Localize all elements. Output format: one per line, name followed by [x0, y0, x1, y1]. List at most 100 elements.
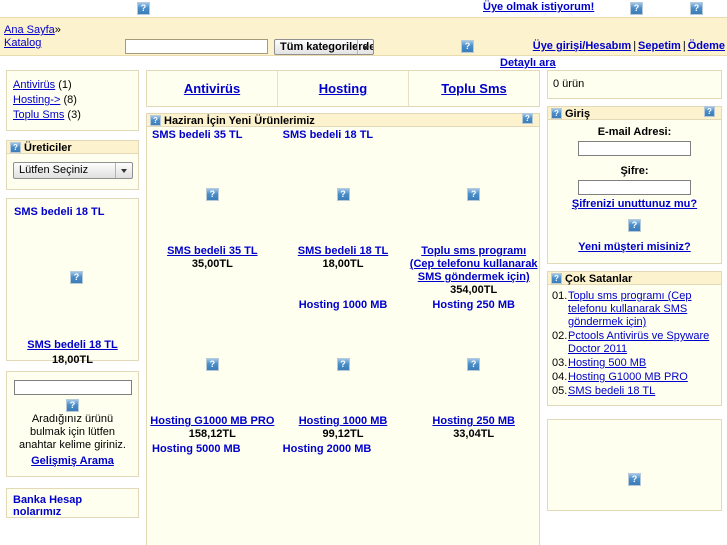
password-field[interactable]: [578, 180, 691, 195]
product-cell: Hosting 2000 MB: [278, 441, 409, 457]
tab-toplu-sms-label[interactable]: Toplu Sms: [441, 81, 506, 96]
list-item: 01. Toplu sms programı (Cep telefonu kul…: [552, 290, 717, 329]
tab-antivirus-label[interactable]: Antivirüs: [184, 81, 240, 96]
manufacturer-dropdown[interactable]: Lütfen Seçiniz: [13, 162, 133, 179]
product-row: SMS bedeli 35 TL SMS bedeli 35 TL 35,00T…: [147, 127, 539, 297]
tab-antivirus[interactable]: Antivirüs: [147, 71, 278, 106]
product-cell: [408, 441, 539, 457]
account-link-checkout[interactable]: Ödeme: [688, 40, 725, 52]
bestseller-link[interactable]: Toplu sms programı (Cep telefonu kullana…: [568, 290, 717, 329]
special-offer-product-name: SMS bedeli 18 TL: [7, 339, 138, 351]
product-cell: Hosting 1000 MB Hosting 1000 MB 99,12TL: [278, 297, 409, 441]
product-cell: Toplu sms programı (Cep telefonu kullana…: [408, 127, 539, 297]
tab-toplu-sms[interactable]: Toplu Sms: [409, 71, 539, 106]
chevron-down-icon[interactable]: [357, 40, 373, 54]
banner-box: [547, 419, 722, 511]
bestsellers-box-header: Çok Satanlar: [547, 271, 722, 285]
password-label: Şifre:: [620, 165, 649, 177]
product-image-area: [408, 143, 539, 245]
category-link-toplu-sms[interactable]: Toplu Sms: [13, 109, 64, 121]
product-name: Hosting 250 MB: [408, 415, 539, 428]
forgot-password-link[interactable]: Şifrenizi unuttunuz mu?: [548, 198, 721, 210]
cart-item-count: 0 ürün: [553, 78, 585, 90]
product-link[interactable]: SMS bedeli 18 TL: [298, 245, 388, 257]
product-price: 354,00TL: [450, 284, 498, 296]
chevron-down-icon[interactable]: [115, 163, 132, 178]
product-link[interactable]: SMS bedeli 35 TL: [167, 245, 257, 257]
product-broken-image-icon[interactable]: [336, 357, 350, 371]
special-offer-product-link[interactable]: SMS bedeli 18 TL: [27, 339, 117, 351]
product-name: SMS bedeli 18 TL: [278, 245, 409, 258]
account-link-login[interactable]: Üye girişi/Hesabım: [533, 40, 631, 52]
sidebar-search-broken-image-icon[interactable]: [66, 399, 79, 412]
signup-link[interactable]: Üye olmak istiyorum!: [483, 1, 594, 13]
product-broken-image-icon[interactable]: [336, 187, 350, 201]
login-button-broken-image-icon[interactable]: [628, 219, 641, 232]
product-broken-image-icon[interactable]: [205, 357, 219, 371]
product-cell: SMS bedeli 18 TL SMS bedeli 18 TL 18,00T…: [278, 127, 409, 297]
category-select[interactable]: Tüm kategorilerde: [274, 39, 374, 55]
banner-broken-image-icon-1[interactable]: [630, 2, 643, 15]
account-link-cart[interactable]: Sepetim: [638, 40, 681, 52]
advanced-search-sidebar-link[interactable]: Gelişmiş Arama: [13, 455, 132, 467]
product-broken-image-icon[interactable]: [467, 187, 481, 201]
login-button-wrap: [548, 219, 721, 232]
top-strip: Üye olmak istiyorum!: [0, 0, 727, 17]
sidebar-left: Antivirüs (1) Hosting-> (8) Toplu Sms (3…: [6, 70, 139, 518]
tab-hosting-label[interactable]: Hosting: [319, 81, 367, 96]
product-cell: Hosting 5000 MB: [147, 441, 278, 457]
manufacturer-dropdown-label: Lütfen Seçiniz: [19, 164, 89, 176]
bestseller-link[interactable]: Hosting G1000 MB PRO: [568, 371, 688, 384]
search-button-broken-image-icon[interactable]: [461, 40, 474, 53]
login-box-header: Giriş: [547, 106, 722, 120]
login-broken-image-icon: [551, 107, 562, 119]
list-item: 04. Hosting G1000 MB PRO: [552, 371, 717, 384]
product-link[interactable]: Toplu sms programı (Cep telefonu kullana…: [410, 245, 538, 283]
special-offer-box: SMS bedeli 18 TL SMS bedeli 18 TL 18,00T…: [6, 198, 139, 366]
breadcrumb-home[interactable]: Ana Sayfa: [4, 24, 55, 36]
product-broken-image-icon[interactable]: [467, 357, 481, 371]
new-customer-link[interactable]: Yeni müşteri misiniz?: [548, 241, 721, 253]
new-products-broken-image-icon: [150, 114, 161, 126]
sidebar-search-input[interactable]: [13, 380, 132, 395]
category-count-hosting: (8): [63, 94, 77, 106]
account-link-divider-2: |: [682, 40, 686, 52]
product-link[interactable]: Hosting 250 MB: [432, 415, 515, 427]
category-link-hosting[interactable]: Hosting->: [13, 94, 60, 106]
sidebar-search-box: Aradığınız ürünü bulmak için lütfen anah…: [6, 371, 139, 477]
category-item-toplu-sms: Toplu Sms (3): [13, 108, 138, 123]
product-link[interactable]: Hosting G1000 MB PRO: [150, 415, 274, 427]
email-field[interactable]: [578, 141, 691, 156]
product-image-area: [147, 143, 278, 245]
cart-box[interactable]: 0 ürün: [547, 70, 722, 99]
category-tab-bar: Antivirüs Hosting Toplu Sms: [146, 70, 540, 107]
product-row: Hosting 5000 MB Hosting 2000 MB: [147, 441, 539, 457]
special-offer-broken-image-icon[interactable]: [70, 271, 83, 284]
banner-broken-image-icon-3[interactable]: [628, 473, 641, 486]
bestseller-link[interactable]: Hosting 500 MB: [568, 357, 646, 370]
product-top-label: [408, 127, 539, 143]
email-label: E-mail Adresi:: [597, 126, 672, 138]
breadcrumb-catalog[interactable]: Katalog: [4, 37, 41, 49]
main-content: Antivirüs Hosting Toplu Sms Haziran İçin…: [146, 70, 540, 545]
bestseller-link[interactable]: Pctools Antivirüs ve Spyware Doctor 2011: [568, 330, 717, 356]
manufacturers-box-body: Lütfen Seçiniz: [6, 154, 139, 190]
category-link-antivirus[interactable]: Antivirüs: [13, 79, 55, 91]
tab-hosting[interactable]: Hosting: [278, 71, 409, 106]
banner-broken-image-icon-2[interactable]: [690, 2, 703, 15]
category-count-antivirus: (1): [58, 79, 72, 91]
product-image-area: [408, 313, 539, 415]
login-corner-broken-image-icon: [704, 106, 715, 117]
search-input[interactable]: [125, 39, 268, 54]
product-price: 33,04TL: [453, 428, 495, 440]
logo-broken-image-icon: [137, 2, 150, 15]
login-box-body: E-mail Adresi: Şifre: Şifrenizi unuttunu…: [547, 120, 722, 264]
category-item-hosting: Hosting-> (8): [13, 93, 138, 108]
bestseller-rank: 05.: [552, 385, 568, 397]
manufacturers-title: Üreticiler: [24, 142, 72, 154]
advanced-search-link[interactable]: Detaylı ara: [500, 57, 556, 69]
header-band: Ana Sayfa» Katalog Tüm kategorilerde Üye…: [0, 17, 727, 69]
product-link[interactable]: Hosting 1000 MB: [299, 415, 388, 427]
bestseller-link[interactable]: SMS bedeli 18 TL: [568, 385, 655, 398]
product-broken-image-icon[interactable]: [205, 187, 219, 201]
